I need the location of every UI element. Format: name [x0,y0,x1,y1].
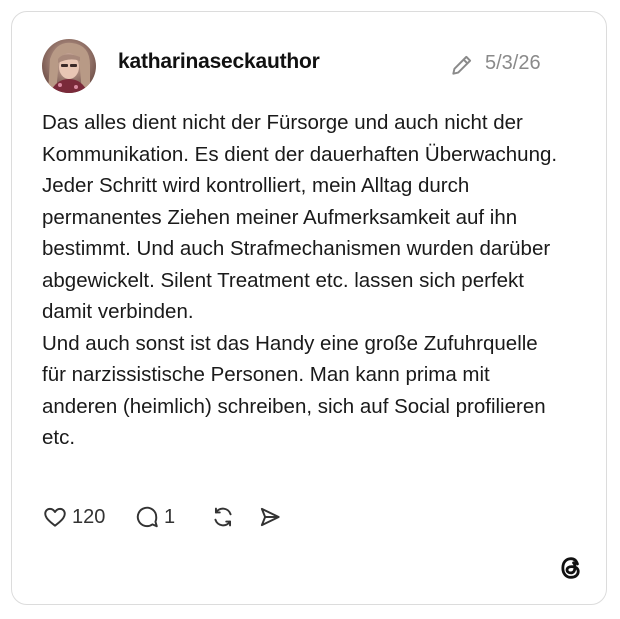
pencil-icon[interactable] [449,52,475,78]
post-card: katharinaseckauthor 5/3/26 Das alles die… [11,11,607,605]
reply-count: 1 [164,505,176,528]
reply-button[interactable]: 1 [134,504,175,530]
post-body: Das alles dient nicht der Fürsorge und a… [42,111,558,449]
post-date: 5/3/26 [485,52,541,74]
share-button[interactable] [257,504,283,530]
username[interactable]: katharinaseckauthor [118,50,320,74]
heart-icon [42,504,68,530]
avatar[interactable] [42,39,96,93]
repost-button[interactable] [210,504,236,530]
comment-icon [134,504,160,530]
send-icon [257,504,283,530]
threads-logo[interactable] [557,554,585,582]
repost-icon [210,504,236,530]
like-button[interactable]: 120 [42,504,105,530]
like-count: 120 [72,505,106,528]
